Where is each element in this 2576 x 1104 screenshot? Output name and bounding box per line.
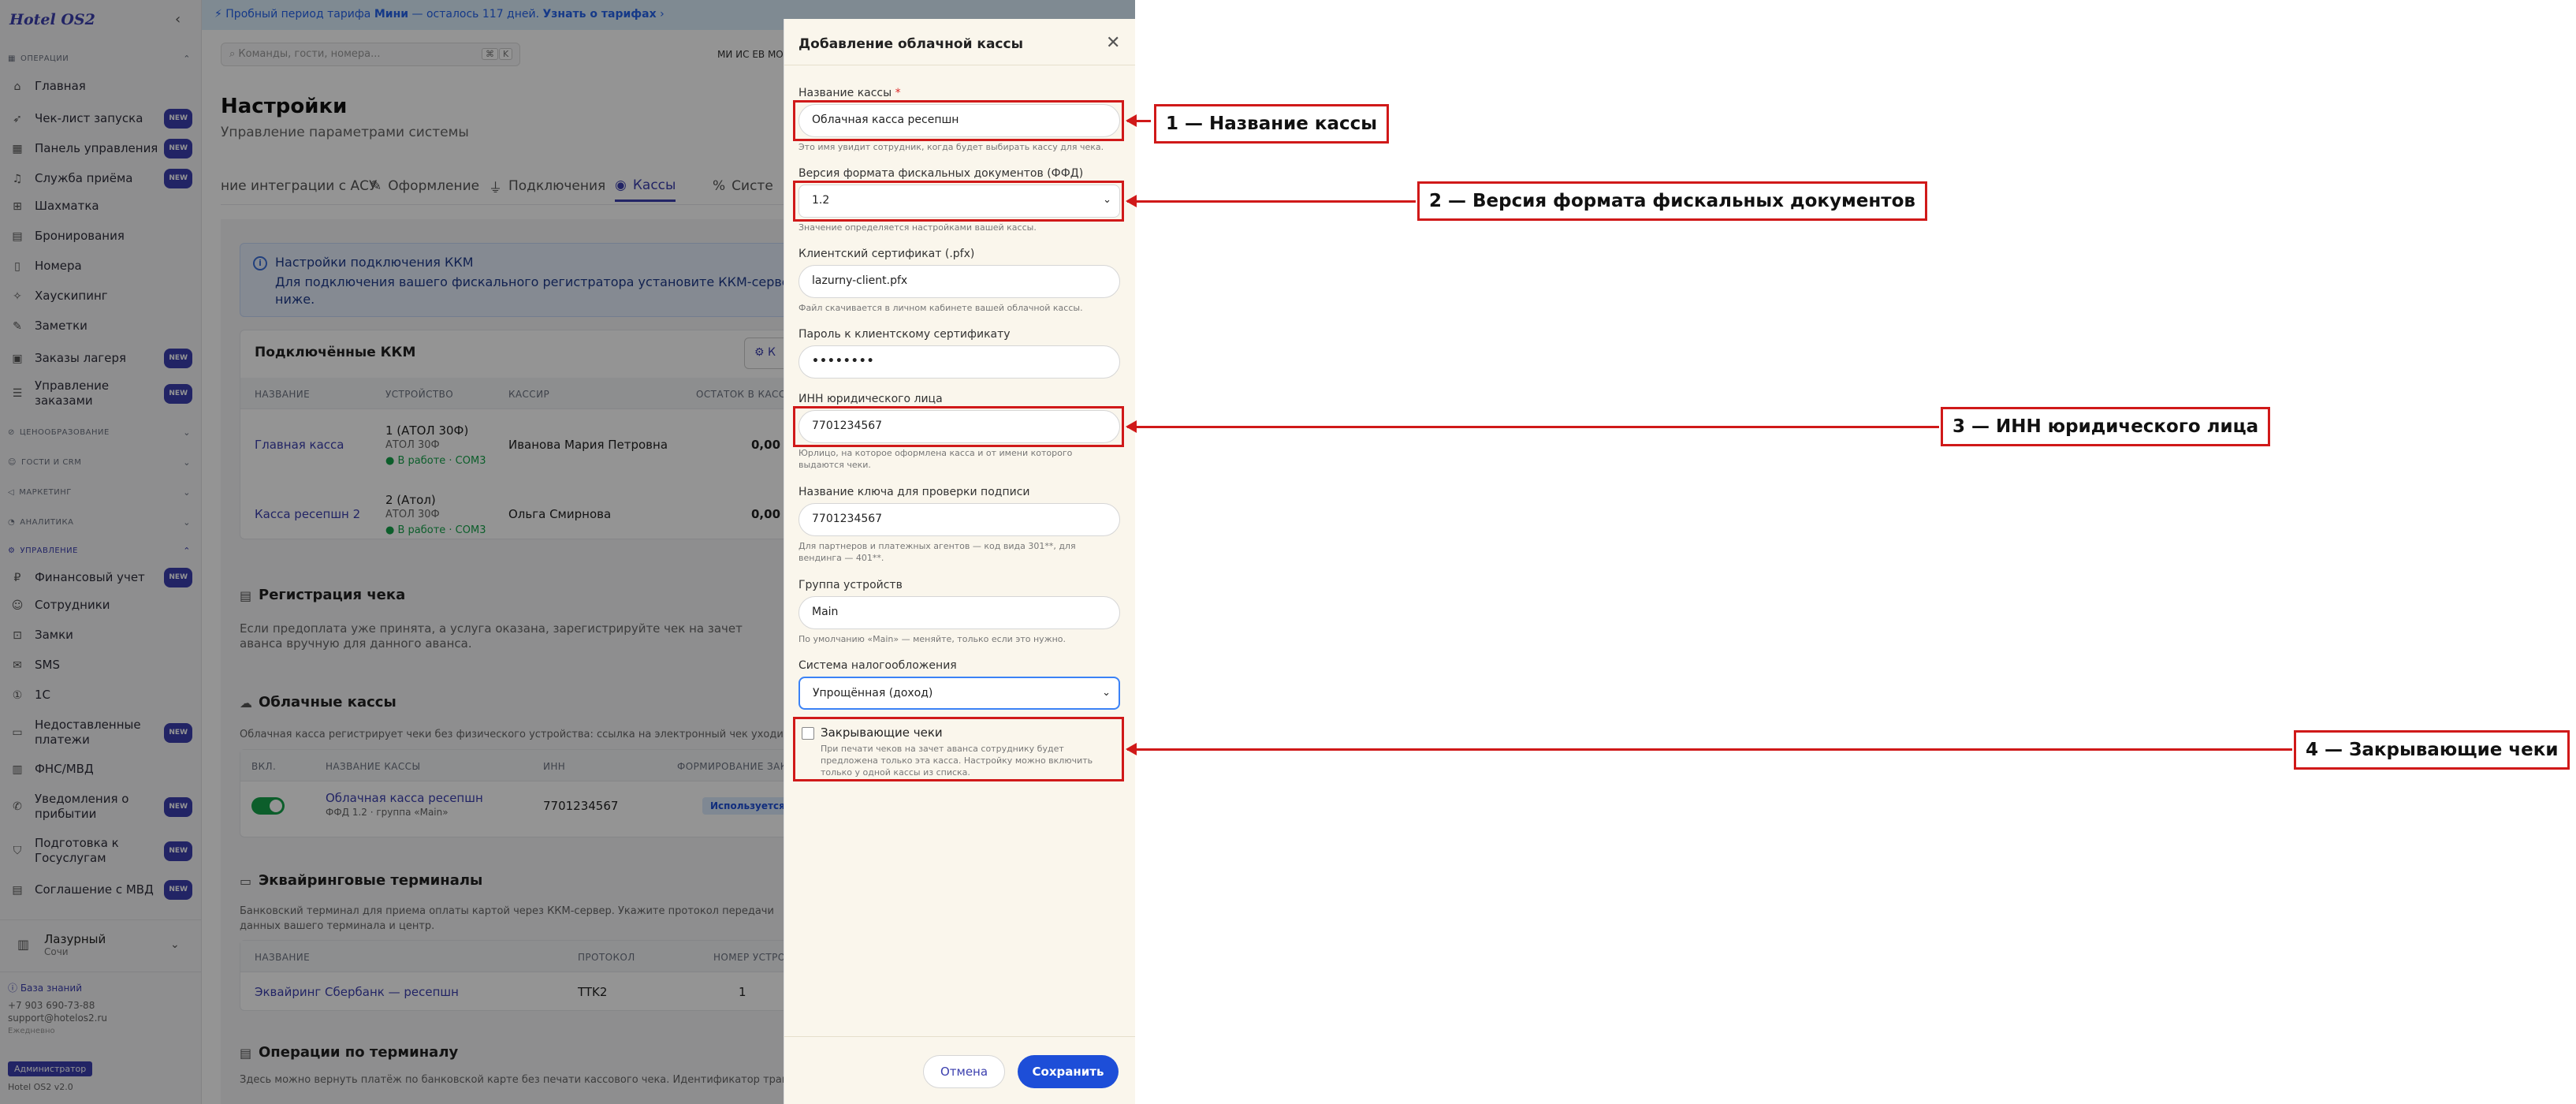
ffd-version-label: Версия формата фискальных документов (ФФ… [798,167,1084,180]
register-name-hint: Это имя увидит сотрудник, когда будет вы… [798,142,1104,152]
callout-3: 3 — ИНН юридического лица [1941,407,2271,446]
highlight-box-3 [793,406,1124,447]
highlight-box-2 [793,181,1124,222]
highlight-box-1 [793,100,1124,141]
arrow-3 [1126,420,1939,433]
certificate-input[interactable]: lazurny-client.pfx [798,265,1120,298]
arrow-2 [1126,195,1416,207]
device-group-hint: По умолчанию «Main» — меняйте, только ес… [798,634,1067,644]
save-button[interactable]: Сохранить [1018,1055,1119,1088]
signature-key-hint: Для партнеров и платежных агентов — код … [798,541,1076,563]
callout-4: 4 — Закрывающие чеки [2294,730,2570,770]
label-text: Название кассы [798,87,892,99]
signature-key-input[interactable]: 7701234567 [798,503,1120,536]
required-mark: * [895,87,901,99]
device-group-input[interactable]: Main [798,596,1120,629]
ffd-version-hint: Значение определяется настройками вашей … [798,222,1037,233]
signature-key-label: Название ключа для проверки подписи [798,486,1030,498]
highlight-box-4 [793,717,1124,781]
screenshot-root: Hotel OS2 ‹ ▦ ОПЕРАЦИИ ⌃ ⌂ Главная ➶ Чек-лист… [0,0,2576,1104]
inn-hint: Юрлицо, на которое оформлена касса и от … [798,448,1073,470]
device-group-label: Группа устройств [798,579,903,591]
close-icon[interactable]: ✕ [1106,33,1120,53]
chevron-down-icon: ⌄ [1102,687,1111,699]
certificate-hint: Файл скачивается в личном кабинете вашей… [798,303,1083,313]
inn-label: ИНН юридического лица [798,393,943,405]
app-window: Hotel OS2 ‹ ▦ ОПЕРАЦИИ ⌃ ⌂ Главная ➶ Чек-лист… [0,0,1135,1104]
certificate-password-input[interactable]: •••••••• [798,345,1120,379]
tax-system-select[interactable]: Упрощённая (доход) ⌄ [798,677,1120,710]
modal-footer-divider [784,1036,1135,1037]
tax-system-label: Система налогообложения [798,659,957,672]
arrow-1 [1126,114,1151,127]
certificate-password-label: Пароль к клиентскому сертификату [798,328,1011,341]
select-value: Упрощённая (доход) [813,687,933,699]
callout-2: 2 — Версия формата фискальных документов [1417,181,1927,221]
cancel-button[interactable]: Отмена [923,1055,1005,1088]
arrow-4 [1126,743,2292,755]
certificate-label: Клиентский сертификат (.pfx) [798,248,975,260]
callout-1: 1 — Название кассы [1154,104,1390,144]
register-name-label: Название кассы * [798,87,901,99]
modal-title: Добавление облачной кассы [798,36,1023,52]
